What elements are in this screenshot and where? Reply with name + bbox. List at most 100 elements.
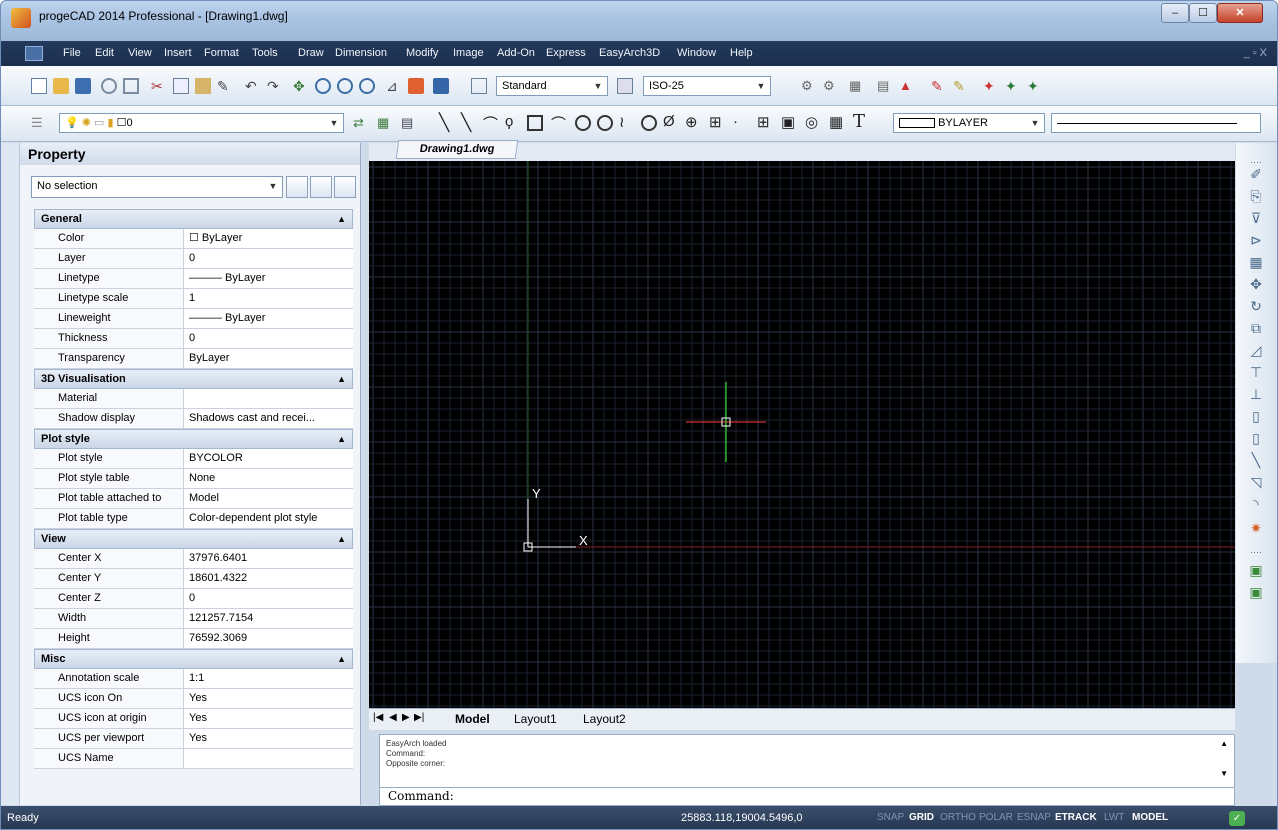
etrack-toggle[interactable]: ETRACK xyxy=(1055,812,1097,823)
property-row[interactable]: UCS per viewport Yes xyxy=(34,729,353,749)
table-icon[interactable]: ▦ xyxy=(829,113,845,131)
extend-icon[interactable]: ⊥ xyxy=(1247,385,1265,403)
last-layout-button[interactable]: ▶| xyxy=(414,712,424,723)
quickcalc-icon[interactable]: ▤ xyxy=(877,78,893,94)
copy-object-icon[interactable]: ⎘ xyxy=(1247,187,1265,205)
script-icon[interactable]: ✦ xyxy=(983,78,999,94)
new-file-icon[interactable] xyxy=(31,78,47,94)
property-value[interactable] xyxy=(184,389,353,408)
command-input[interactable]: Command: xyxy=(380,787,1234,805)
minimize-button[interactable]: – xyxy=(1161,3,1189,23)
selection-combo[interactable]: No selection ▼ xyxy=(31,176,283,198)
menu-draw[interactable]: Draw xyxy=(298,47,324,59)
property-row[interactable]: Center Z0 xyxy=(34,589,353,609)
property-row[interactable]: Linetype scale 1 xyxy=(34,289,353,309)
grid-toggle[interactable]: GRID xyxy=(909,812,934,823)
array-icon[interactable]: ▦ xyxy=(1247,253,1265,271)
menu-modify[interactable]: Modify xyxy=(406,47,438,59)
zoom-realtime-icon[interactable] xyxy=(315,78,331,94)
text-style-combo[interactable]: Standard ▼ xyxy=(496,76,608,96)
zoom-previous-icon[interactable] xyxy=(359,78,375,94)
collapse-icon[interactable]: ▲ xyxy=(337,210,346,228)
first-layout-button[interactable]: |◀ xyxy=(373,712,383,723)
scroll-down-icon[interactable]: ▼ xyxy=(1220,769,1228,778)
menu-edit[interactable]: Edit xyxy=(95,47,114,59)
redo-icon[interactable]: ↷ xyxy=(267,78,283,94)
property-value[interactable]: Yes xyxy=(184,689,353,708)
draworder-front-icon[interactable]: ▣ xyxy=(1247,561,1265,579)
break-at-point-icon[interactable]: ▯ xyxy=(1247,429,1265,447)
property-value[interactable]: Model xyxy=(184,489,353,508)
menu-format[interactable]: Format xyxy=(204,47,239,59)
property-row[interactable]: Plot table attached to Model xyxy=(34,489,353,509)
pan-icon[interactable]: ✥ xyxy=(293,78,309,94)
menu-express[interactable]: Express xyxy=(546,47,586,59)
rectangle-icon[interactable] xyxy=(527,115,543,131)
property-value[interactable]: 76592.3069 xyxy=(184,629,353,648)
model-toggle[interactable]: MODEL xyxy=(1132,812,1168,823)
highlight-icon[interactable]: ✎ xyxy=(953,78,969,94)
menu-dimension[interactable]: Dimension xyxy=(335,47,387,59)
property-section-header[interactable]: General ▲ xyxy=(34,209,353,229)
collapse-icon[interactable]: ▲ xyxy=(337,530,346,548)
polyline-icon[interactable]: ⌒ xyxy=(483,113,499,133)
undo-icon[interactable]: ↶ xyxy=(245,78,261,94)
property-row[interactable]: UCS icon at origin Yes xyxy=(34,709,353,729)
property-value[interactable]: Yes xyxy=(184,709,353,728)
paste-icon[interactable] xyxy=(195,78,211,94)
gradient-icon[interactable]: ▣ xyxy=(781,113,797,131)
scroll-up-icon[interactable]: ▲ xyxy=(1220,739,1228,748)
property-row[interactable]: UCS Name xyxy=(34,749,353,769)
property-row[interactable]: Height 76592.3069 xyxy=(34,629,353,649)
mirror-icon[interactable]: ⊽ xyxy=(1247,209,1265,227)
pickadd-button[interactable] xyxy=(286,176,308,198)
close-button[interactable]: ✕ xyxy=(1217,3,1263,23)
menu-image[interactable]: Image xyxy=(453,47,484,59)
join-icon[interactable]: ╲ xyxy=(1247,451,1265,469)
ortho-toggle[interactable]: ORTHO xyxy=(940,812,976,823)
property-value[interactable]: ☐ ByLayer xyxy=(184,229,353,248)
color-combo[interactable]: BYLAYER ▼ xyxy=(893,113,1045,133)
property-value[interactable]: 1 xyxy=(184,289,353,308)
insert-block-icon[interactable]: ⊕ xyxy=(685,113,701,131)
ellipse-arc-icon[interactable]: Ø xyxy=(663,113,679,130)
property-row[interactable]: Thickness 0 xyxy=(34,329,353,349)
property-value[interactable]: Yes xyxy=(184,729,353,748)
maximize-button[interactable]: ☐ xyxy=(1189,3,1217,23)
property-value[interactable]: ByLayer xyxy=(184,349,353,368)
open-folder-icon[interactable] xyxy=(53,78,69,94)
scale-icon[interactable]: ⧉ xyxy=(1247,319,1265,337)
print-icon[interactable] xyxy=(101,78,117,94)
blocks-icon[interactable]: ▦ xyxy=(849,78,865,94)
quick-select-button[interactable] xyxy=(334,176,356,198)
hatch-icon[interactable]: ⊞ xyxy=(757,113,773,131)
print-preview-icon[interactable] xyxy=(123,78,139,94)
lwt-toggle[interactable]: LWT xyxy=(1104,812,1124,823)
design-center-icon[interactable]: ⚙ xyxy=(823,78,839,94)
dim-style-icon[interactable] xyxy=(617,78,633,94)
property-value[interactable]: 0 xyxy=(184,589,353,608)
offset-icon[interactable]: ⊳ xyxy=(1247,231,1265,249)
trim-icon[interactable]: ⊤ xyxy=(1247,363,1265,381)
property-value[interactable]: 0 xyxy=(184,329,353,348)
menu-add-on[interactable]: Add-On xyxy=(497,47,535,59)
point-icon[interactable]: · xyxy=(733,113,749,130)
arc-icon[interactable]: ⌒ xyxy=(551,113,567,133)
property-section-header[interactable]: Misc ▲ xyxy=(34,649,353,669)
fillet-icon[interactable]: ◝ xyxy=(1247,495,1265,513)
property-section-header[interactable]: 3D Visualisation ▲ xyxy=(34,369,353,389)
menu-easyarch3d[interactable]: EasyArch3D xyxy=(599,47,660,59)
next-layout-button[interactable]: ▶ xyxy=(402,712,410,723)
property-row[interactable]: Lineweight ——— ByLayer xyxy=(34,309,353,329)
property-value[interactable]: Shadows cast and recei... xyxy=(184,409,353,428)
image-manager-icon[interactable]: ▲ xyxy=(899,78,915,94)
tab-model[interactable]: Model xyxy=(455,712,490,726)
line-icon[interactable]: ╲ xyxy=(439,113,455,132)
tab-layout2[interactable]: Layout2 xyxy=(583,712,626,726)
text-style-icon[interactable] xyxy=(471,78,487,94)
revcloud-icon[interactable]: ≀ xyxy=(619,113,635,131)
property-value[interactable]: 0 xyxy=(184,249,353,268)
web-icon[interactable]: ✦ xyxy=(1005,78,1021,94)
menu-file[interactable]: File xyxy=(63,47,81,59)
circle-icon[interactable] xyxy=(575,115,591,131)
